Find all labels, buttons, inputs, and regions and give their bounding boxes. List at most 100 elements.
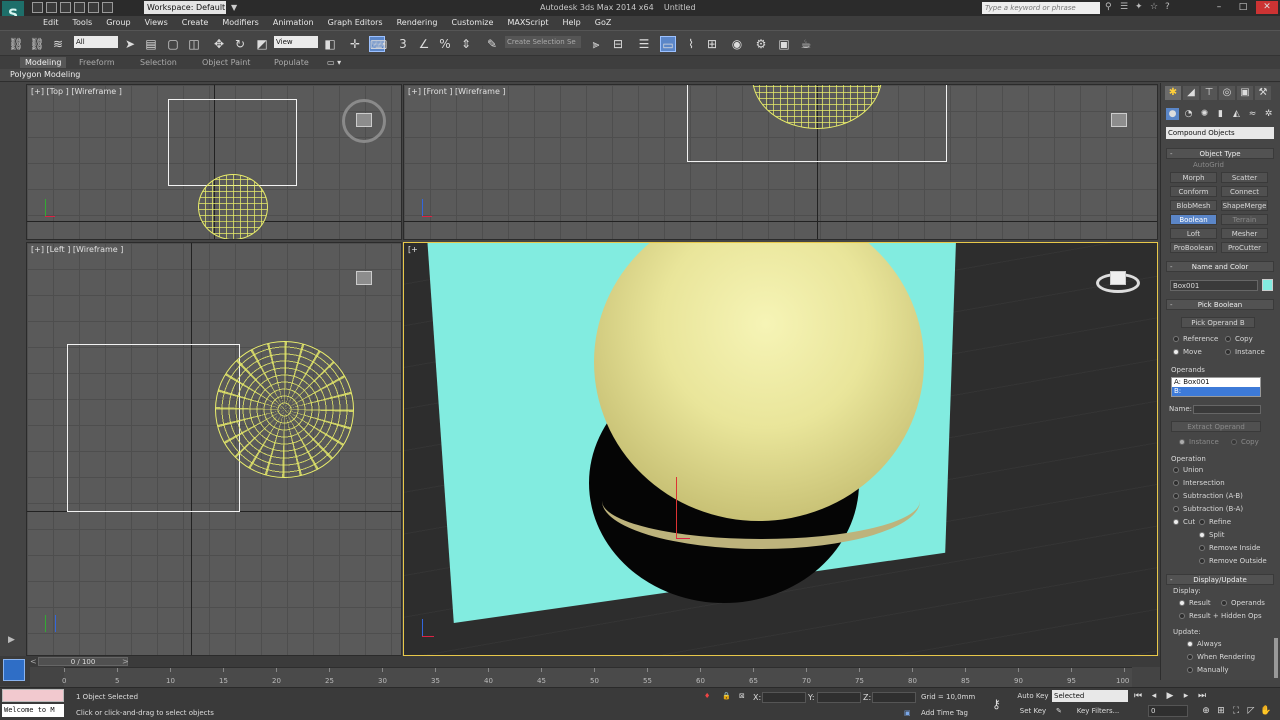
viewport-left[interactable]: [+] [Left ] [Wireframe ] <box>26 242 402 656</box>
tab-populate[interactable]: Populate <box>274 57 309 68</box>
time-slider[interactable]: 0 / 100 < > <box>24 656 1160 667</box>
menu-animation[interactable]: Animation <box>266 16 321 30</box>
bind-space-warp-icon[interactable]: ≋ <box>50 36 66 52</box>
conform-button[interactable]: Conform <box>1170 186 1217 197</box>
set-key-button[interactable]: Set Key <box>1016 705 1050 717</box>
current-frame-field[interactable]: 0 <box>1148 705 1188 717</box>
binoculars-icon[interactable]: ⚲ <box>1105 2 1115 13</box>
favorites-icon[interactable]: ☆ <box>1150 2 1160 13</box>
menu-views[interactable]: Views <box>138 16 175 30</box>
hierarchy-tab-icon[interactable]: ⊤ <box>1201 86 1217 100</box>
reference-coordinate-dropdown[interactable]: View <box>274 36 318 48</box>
select-by-name-icon[interactable]: ▤ <box>143 36 159 52</box>
select-object-icon[interactable]: ➤ <box>122 36 138 52</box>
radio-move[interactable] <box>1173 349 1179 355</box>
sphere-wireframe[interactable] <box>198 174 268 239</box>
rollout-object-type[interactable]: Object Type <box>1166 148 1274 160</box>
viewport-label-top[interactable]: [+] [Top ] [Wireframe ] <box>31 87 122 96</box>
display-tab-icon[interactable]: ▣ <box>1237 86 1253 100</box>
viewport-label-perspective[interactable]: [+ <box>408 245 418 254</box>
selection-filter-dropdown[interactable]: All <box>74 36 118 48</box>
menu-rendering[interactable]: Rendering <box>390 16 445 30</box>
proboolean-button[interactable]: ProBoolean <box>1170 242 1217 253</box>
mini-curve-editor-icon[interactable] <box>3 659 25 681</box>
radio-operands[interactable] <box>1221 600 1227 606</box>
pivot-center-icon[interactable]: ◧ <box>322 36 338 52</box>
viewcube-icon[interactable] <box>356 271 372 285</box>
radio-reference[interactable] <box>1173 336 1179 342</box>
loft-button[interactable]: Loft <box>1170 228 1217 239</box>
scatter-button[interactable]: Scatter <box>1221 172 1268 183</box>
y-coordinate-field[interactable] <box>817 692 861 703</box>
subscription-icon[interactable]: ☰ <box>1120 2 1130 13</box>
pick-operand-b-button[interactable]: Pick Operand B <box>1181 317 1255 328</box>
previous-frame-icon[interactable]: ◂ <box>1148 690 1160 702</box>
open-file-icon[interactable] <box>46 2 57 13</box>
scale-icon[interactable]: ◩ <box>254 36 270 52</box>
shapemerge-button[interactable]: ShapeMerge <box>1221 200 1268 211</box>
window-crossing-icon[interactable]: ◫ <box>186 36 202 52</box>
menu-tools[interactable]: Tools <box>66 16 100 30</box>
viewport-label-left[interactable]: [+] [Left ] [Wireframe ] <box>31 245 123 254</box>
box-outline[interactable] <box>168 99 297 186</box>
selection-lock-icon[interactable]: 🔒 <box>722 692 731 700</box>
sphere-wireframe[interactable] <box>215 341 354 478</box>
tab-selection[interactable]: Selection <box>140 57 177 68</box>
named-selection-sets-dropdown[interactable]: Create Selection Se <box>505 36 581 48</box>
radio-extract-copy[interactable] <box>1231 439 1237 445</box>
systems-icon[interactable]: ✲ <box>1262 108 1275 120</box>
operands-list[interactable]: A: Box001 B: <box>1171 377 1261 397</box>
help-search-input[interactable]: Type a keyword or phrase <box>982 2 1100 14</box>
time-tag-icon[interactable]: ▣ <box>904 709 911 717</box>
radio-intersection[interactable] <box>1173 480 1179 486</box>
redo-icon[interactable] <box>88 2 99 13</box>
polygon-modeling-label[interactable]: Polygon Modeling <box>10 70 80 79</box>
create-tab-icon[interactable]: ✱ <box>1165 86 1181 100</box>
expand-arrow-icon[interactable]: ▶ <box>6 635 17 646</box>
layer-manager-icon[interactable]: ☰ <box>636 36 652 52</box>
help-icon[interactable]: ? <box>1165 2 1175 13</box>
utilities-tab-icon[interactable]: ⚒ <box>1255 86 1271 100</box>
go-to-end-icon[interactable]: ⏭ <box>1196 690 1208 702</box>
graphite-tools-icon[interactable]: ▭ <box>660 36 676 52</box>
move-icon[interactable]: ✥ <box>211 36 227 52</box>
rotate-icon[interactable]: ↻ <box>232 36 248 52</box>
autogrid-checkbox[interactable]: AutoGrid <box>1193 161 1224 169</box>
viewport-front[interactable]: [+] [Front ] [Wireframe ] <box>403 84 1158 240</box>
modify-tab-icon[interactable]: ◢ <box>1183 86 1199 100</box>
maxscript-listener-input[interactable] <box>2 689 64 702</box>
maxscript-output[interactable]: Welcome to M <box>2 704 64 717</box>
box-outline[interactable] <box>67 344 240 512</box>
chevron-down-icon[interactable]: ▼ <box>231 3 237 12</box>
go-to-start-icon[interactable]: ⏮ <box>1132 690 1144 702</box>
radio-union[interactable] <box>1173 467 1179 473</box>
viewport-top[interactable]: [+] [Top ] [Wireframe ] <box>26 84 402 240</box>
time-slider-thumb[interactable]: 0 / 100 <box>38 657 128 666</box>
radio-cut[interactable] <box>1173 519 1179 525</box>
zoom-all-icon[interactable]: ⊞ <box>1215 705 1227 717</box>
set-keys-icon[interactable]: ✎ <box>1056 707 1062 715</box>
keyboard-shortcut-override-icon[interactable]: ⌨ <box>369 36 387 52</box>
rollout-name-and-color[interactable]: Name and Color <box>1166 261 1274 273</box>
radio-instance[interactable] <box>1225 349 1231 355</box>
workspace-dropdown[interactable]: Workspace: Default <box>144 1 226 14</box>
maximize-icon[interactable]: □ <box>1232 1 1254 14</box>
menu-graph-editors[interactable]: Graph Editors <box>321 16 390 30</box>
minimize-icon[interactable]: – <box>1208 1 1230 14</box>
category-dropdown[interactable]: Compound Objects <box>1166 127 1274 139</box>
prev-frame-icon[interactable]: < <box>30 657 37 666</box>
menu-help[interactable]: Help <box>556 16 588 30</box>
track-bar[interactable]: 0 5 10 15 20 25 30 35 40 45 50 55 60 65 … <box>62 667 1132 687</box>
play-icon[interactable]: ▶ <box>1164 690 1176 702</box>
list-item[interactable]: B: <box>1172 387 1260 396</box>
viewport-label-front[interactable]: [+] [Front ] [Wireframe ] <box>408 87 506 96</box>
shapes-icon[interactable]: ◔ <box>1182 108 1195 120</box>
radio-manually[interactable] <box>1187 667 1193 673</box>
radio-result-hidden-ops[interactable] <box>1179 613 1185 619</box>
radio-split[interactable] <box>1199 532 1205 538</box>
new-file-icon[interactable] <box>32 2 43 13</box>
radio-always[interactable] <box>1187 641 1193 647</box>
connect-button[interactable]: Connect <box>1221 186 1268 197</box>
blobmesh-button[interactable]: BlobMesh <box>1170 200 1217 211</box>
radio-extract-instance[interactable] <box>1179 439 1185 445</box>
